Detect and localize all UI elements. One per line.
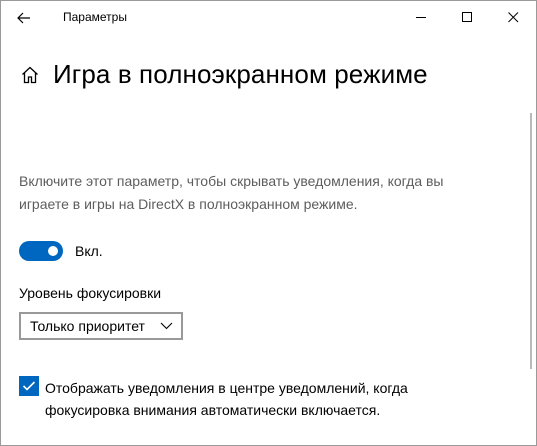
close-icon [507, 12, 518, 23]
notification-option-label: Отображать уведомления в центре уведомле… [45, 380, 408, 418]
focus-level-label: Уровень фокусировки [19, 285, 162, 301]
vertical-scrollbar[interactable] [530, 113, 532, 369]
dropdown-value: Только приоритет [30, 318, 145, 334]
chevron-down-icon [159, 321, 173, 331]
checkmark-icon [22, 381, 36, 391]
back-button[interactable] [1, 1, 47, 34]
toggle-knob [48, 246, 58, 256]
page-header: Игра в полноэкранном режиме [19, 59, 428, 90]
notification-option-row: Отображать уведомления в центре уведомле… [19, 376, 465, 421]
home-icon[interactable] [19, 64, 41, 86]
description-text: Включите этот параметр, чтобы скрывать у… [19, 173, 444, 212]
minimize-button[interactable] [398, 1, 444, 34]
maximize-button[interactable] [444, 1, 490, 34]
window-title: Параметры [63, 10, 127, 24]
toggle-row: Вкл. [19, 241, 103, 261]
close-button[interactable] [490, 1, 536, 34]
focus-level-dropdown[interactable]: Только приоритет [19, 312, 183, 340]
toggle-label: Вкл. [75, 243, 103, 259]
title-bar: Параметры [1, 1, 536, 34]
back-arrow-icon [17, 12, 30, 23]
page-title: Игра в полноэкранном режиме [53, 59, 428, 89]
maximize-icon [461, 12, 472, 22]
minimize-icon [415, 17, 426, 18]
fullscreen-game-toggle[interactable] [19, 241, 63, 261]
show-notifications-checkbox[interactable] [19, 376, 39, 396]
settings-window: Параметры Игра в полноэкранном режиме Вк… [0, 0, 537, 446]
